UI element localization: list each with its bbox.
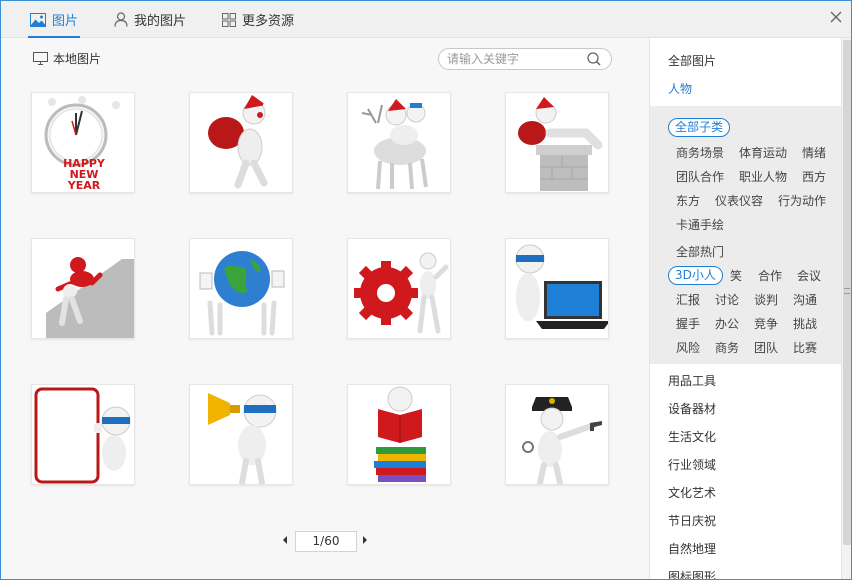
next-page-icon[interactable] <box>361 535 369 545</box>
tag-negotiation[interactable]: 谈判 <box>754 291 778 308</box>
search-box <box>438 48 612 70</box>
thumb-clock-happy-new-year[interactable]: HAPPY NEW YEAR <box>31 92 135 193</box>
category-industry[interactable]: 行业领域 <box>668 456 716 473</box>
category-sidebar: 全部图片 人物 全部子类 商务场景 体育运动 情绪 团队合作 职业人物 西方 东… <box>649 38 842 579</box>
thumb-figure-on-books[interactable] <box>347 384 451 485</box>
tag-handshake[interactable]: 握手 <box>676 315 700 332</box>
thumb-climbing-red-figure[interactable] <box>31 238 135 339</box>
local-pictures-label: 本地图片 <box>53 52 102 66</box>
tab-pictures-label: 图片 <box>52 14 79 29</box>
tag-competition[interactable]: 竞争 <box>754 315 778 332</box>
tag-business[interactable]: 商务 <box>715 339 739 356</box>
tab-my-pictures-label: 我的图片 <box>134 14 187 29</box>
tag-cartoon[interactable]: 卡通手绘 <box>676 216 724 233</box>
tag-appearance[interactable]: 仪表仪容 <box>715 192 763 209</box>
category-tools[interactable]: 用品工具 <box>668 372 716 389</box>
thumb-red-gear-figure[interactable] <box>347 238 451 339</box>
thumb-figure-with-laptop[interactable] <box>505 238 609 339</box>
category-art[interactable]: 文化艺术 <box>668 484 716 501</box>
thumb-santa-with-sack[interactable] <box>189 92 293 193</box>
tag-cooperation[interactable]: 合作 <box>758 267 782 284</box>
category-icons[interactable]: 图标图形 <box>668 568 716 579</box>
category-all-images[interactable]: 全部图片 <box>668 52 716 69</box>
subcategory-panel: 全部子类 商务场景 体育运动 情绪 团队合作 职业人物 西方 东方 仪表仪容 行… <box>650 106 842 364</box>
tag-emotion[interactable]: 情绪 <box>802 144 826 161</box>
picture-icon <box>30 12 46 27</box>
tab-more-resources-label: 更多资源 <box>242 14 295 29</box>
tag-match[interactable]: 比赛 <box>793 339 817 356</box>
tab-more-resources[interactable]: 更多资源 <box>222 1 294 38</box>
tag-meeting[interactable]: 会议 <box>797 267 821 284</box>
tag-western[interactable]: 西方 <box>802 168 826 185</box>
tag-discussion[interactable]: 讨论 <box>715 291 739 308</box>
tab-bar: 图片 我的图片 更多资源 <box>1 1 851 38</box>
search-input[interactable] <box>447 51 582 67</box>
tag-professional[interactable]: 职业人物 <box>739 168 787 185</box>
thumb-figure-behind-board[interactable] <box>31 384 135 485</box>
tag-all-subcategories[interactable]: 全部子类 <box>668 118 731 137</box>
thumb-police-figure[interactable] <box>505 384 609 485</box>
user-icon <box>114 12 128 27</box>
tag-communication[interactable]: 沟通 <box>793 291 817 308</box>
tag-team[interactable]: 团队 <box>754 339 778 356</box>
group-title-hot[interactable]: 全部热门 <box>676 243 724 260</box>
prev-page-icon[interactable] <box>281 535 289 545</box>
thumb-santa-on-reindeer[interactable] <box>347 92 451 193</box>
thumb-globe-figures[interactable] <box>189 238 293 339</box>
thumb-santa-in-chimney[interactable] <box>505 92 609 193</box>
tag-sports[interactable]: 体育运动 <box>739 144 787 161</box>
tag-challenge[interactable]: 挑战 <box>793 315 817 332</box>
tag-laugh[interactable]: 笑 <box>730 267 742 284</box>
monitor-icon <box>33 52 48 65</box>
tag-office[interactable]: 办公 <box>715 315 739 332</box>
category-equipment[interactable]: 设备器材 <box>668 400 716 417</box>
tag-risk[interactable]: 风险 <box>676 339 700 356</box>
tag-3d-figure[interactable]: 3D小人 <box>668 266 723 285</box>
grid-icon <box>222 12 236 27</box>
local-pictures-button[interactable]: 本地图片 <box>33 50 101 67</box>
tag-business-scene[interactable]: 商务场景 <box>676 144 724 161</box>
category-nature[interactable]: 自然地理 <box>668 540 716 557</box>
tag-eastern[interactable]: 东方 <box>676 192 700 209</box>
thumb-figure-megaphone[interactable] <box>189 384 293 485</box>
scrollbar-grip <box>844 288 850 294</box>
search-icon[interactable] <box>587 52 601 66</box>
picture-window: 图片 我的图片 更多资源 本地图片 请输入关键字 HAPPY NEW YEAR … <box>0 0 852 580</box>
close-icon[interactable] <box>829 10 843 24</box>
tab-pictures[interactable]: 图片 <box>27 1 81 38</box>
page-indicator[interactable]: 1/60 <box>295 531 357 552</box>
category-festival[interactable]: 节日庆祝 <box>668 512 716 529</box>
category-people[interactable]: 人物 <box>668 80 692 97</box>
sidebar-scrollbar[interactable] <box>841 38 851 579</box>
category-life-culture[interactable]: 生活文化 <box>668 428 716 445</box>
tag-report[interactable]: 汇报 <box>676 291 700 308</box>
caption-year: YEAR <box>67 179 101 192</box>
image-gallery: 本地图片 HAPPY NEW YEAR <box>1 38 649 579</box>
tag-teamwork[interactable]: 团队合作 <box>676 168 724 185</box>
pagination: 1/60 <box>281 531 371 552</box>
tab-my-pictures[interactable]: 我的图片 <box>114 1 186 38</box>
tag-behavior[interactable]: 行为动作 <box>778 192 826 209</box>
